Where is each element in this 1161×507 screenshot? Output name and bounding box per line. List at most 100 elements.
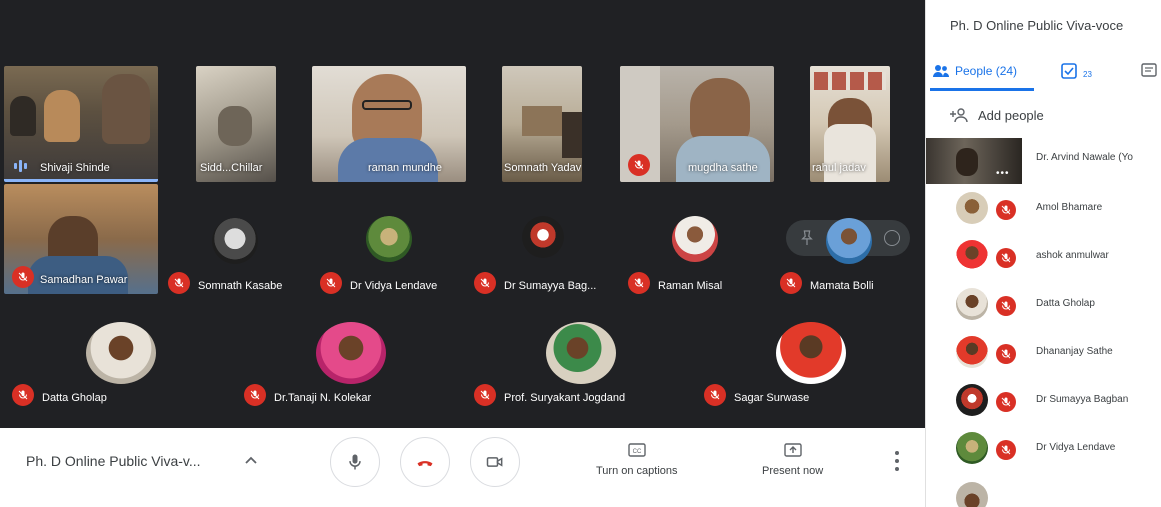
- active-tab-indicator: [930, 88, 1034, 91]
- participant-name: Sagar Surwase: [734, 392, 810, 404]
- avatar: [212, 218, 258, 264]
- avatar: [546, 322, 616, 384]
- participant-name: Dr.Tanaji N. Kolekar: [274, 392, 372, 404]
- list-item[interactable]: Amol Bhamare: [926, 184, 1161, 232]
- more-options-icon[interactable]: [892, 451, 902, 471]
- mic-off-icon: [704, 384, 726, 406]
- video-tile[interactable]: rahul jadav: [810, 66, 890, 182]
- present-button[interactable]: Present now: [762, 441, 823, 477]
- participant-name: mugdha sathe: [688, 162, 758, 174]
- people-panel: Ph. D Online Public Viva-voce People (24…: [925, 0, 1161, 507]
- participant-name: Raman Misal: [658, 280, 723, 292]
- mic-off-icon: [244, 384, 266, 406]
- participant-tile[interactable]: Raman Misal: [628, 184, 768, 300]
- leave-call-button[interactable]: [400, 437, 450, 487]
- participant-name: Dr Sumayya Bagban: [1036, 394, 1129, 405]
- checkbox-icon: [1061, 63, 1077, 79]
- avatar: [956, 336, 988, 368]
- people-icon: [933, 65, 949, 77]
- video-tile[interactable]: Somnath Yadav: [502, 66, 582, 182]
- avatar: [86, 322, 156, 384]
- microphone-button[interactable]: [330, 437, 380, 487]
- active-speaker-indicator: [4, 179, 158, 182]
- participant-tile[interactable]: Dr Sumayya Bag...: [474, 184, 624, 300]
- avatar: [826, 218, 872, 264]
- video-camera-icon: [486, 457, 503, 467]
- avatar: [672, 216, 718, 262]
- participant-name: Somnath Kasabe: [198, 280, 283, 292]
- captions-label: Turn on captions: [596, 465, 678, 477]
- participant-name: Shivaji Shinde: [40, 162, 110, 174]
- avatar: [956, 240, 988, 272]
- video-tile[interactable]: Shivaji Shinde: [4, 66, 158, 182]
- participant-name: Mamata Bolli: [810, 280, 874, 292]
- camera-button[interactable]: [470, 437, 520, 487]
- participant-name: Sidd...Chillar: [200, 162, 263, 174]
- participant-tile[interactable]: Somnath Kasabe: [168, 184, 308, 300]
- participant-name: Datta Gholap: [1036, 298, 1095, 309]
- participant-tile[interactable]: Dr.Tanaji N. Kolekar: [244, 298, 444, 414]
- tab-tasks[interactable]: 23: [1060, 62, 1092, 80]
- video-strip: Shivaji Shinde ••• Sidd...Chillar raman …: [0, 66, 925, 182]
- mic-off-icon: [996, 344, 1016, 364]
- video-tile[interactable]: ••• Sidd...Chillar: [196, 66, 276, 182]
- list-item[interactable]: Dhananjay Sathe: [926, 328, 1161, 376]
- participant-tile[interactable]: Sagar Surwase: [704, 298, 904, 414]
- mic-off-icon: [12, 266, 34, 288]
- chevron-up-icon[interactable]: [244, 455, 258, 465]
- video-tile[interactable]: mugdha sathe: [620, 66, 774, 182]
- participant-tile[interactable]: Prof. Suryakant Jogdand: [474, 298, 684, 414]
- mic-off-icon: [12, 384, 34, 406]
- captions-icon: CC: [628, 443, 646, 457]
- participant-name: Dr Sumayya Bag...: [504, 280, 597, 292]
- list-item[interactable]: [926, 474, 1161, 507]
- video-tile[interactable]: raman mundhe: [312, 66, 466, 182]
- avatar: [956, 432, 988, 464]
- tab-people[interactable]: People (24): [932, 62, 1017, 80]
- avatar: [522, 216, 564, 258]
- participant-name: Prof. Suryakant Jogdand: [504, 392, 626, 404]
- add-people-button[interactable]: Add people: [950, 106, 1044, 124]
- list-item[interactable]: ashok anmulwar: [926, 232, 1161, 280]
- avatar: [776, 322, 846, 384]
- participant-tile[interactable]: Mamata Bolli: [780, 184, 920, 300]
- meet-window: Shivaji Shinde ••• Sidd...Chillar raman …: [0, 0, 1161, 507]
- list-item[interactable]: ••• Dr. Arvind Nawale (Yo: [926, 134, 1161, 184]
- tab-people-label: People (24): [955, 64, 1018, 78]
- participant-name: Datta Gholap: [42, 392, 107, 404]
- participant-name: Dr. Arvind Nawale (Yo: [1036, 152, 1133, 163]
- audio-level-icon: [14, 160, 30, 172]
- mic-off-icon: [780, 272, 802, 294]
- tab-chat[interactable]: [1140, 62, 1158, 80]
- avatar: [366, 216, 412, 262]
- avatar: [956, 384, 988, 416]
- video-tile[interactable]: Samadhan Pawar: [4, 184, 158, 294]
- mic-off-icon: [320, 272, 342, 294]
- list-item[interactable]: Datta Gholap: [926, 280, 1161, 328]
- present-label: Present now: [762, 465, 824, 477]
- avatar: [956, 288, 988, 320]
- participant-tile[interactable]: Dr Vidya Lendave: [320, 184, 470, 300]
- mic-off-icon: [628, 154, 650, 176]
- mic-off-icon: [996, 392, 1016, 412]
- captions-button[interactable]: CC Turn on captions: [596, 441, 678, 477]
- participant-name: Somnath Yadav: [504, 162, 582, 174]
- list-item[interactable]: Dr Sumayya Bagban: [926, 376, 1161, 424]
- participant-tile[interactable]: Datta Gholap: [12, 298, 212, 414]
- add-person-icon: [950, 108, 968, 123]
- participant-name: raman mundhe: [368, 162, 442, 174]
- tasks-count: 23: [1083, 69, 1092, 79]
- list-item[interactable]: Dr Vidya Lendave: [926, 424, 1161, 472]
- participant-name: Dr Vidya Lendave: [1036, 442, 1116, 453]
- meeting-title[interactable]: Ph. D Online Public Viva-v...: [26, 453, 201, 469]
- add-people-label: Add people: [978, 107, 1044, 123]
- mic-off-icon: [628, 272, 650, 294]
- hang-up-icon: [417, 461, 433, 467]
- mic-off-icon: [996, 440, 1016, 460]
- avatar: [316, 322, 386, 384]
- svg-text:CC: CC: [632, 449, 641, 455]
- mic-off-icon: [168, 272, 190, 294]
- participant-list: ••• Dr. Arvind Nawale (Yo Amol Bhamare a…: [926, 134, 1161, 507]
- panel-title: Ph. D Online Public Viva-voce: [950, 18, 1124, 33]
- avatar: [956, 482, 988, 507]
